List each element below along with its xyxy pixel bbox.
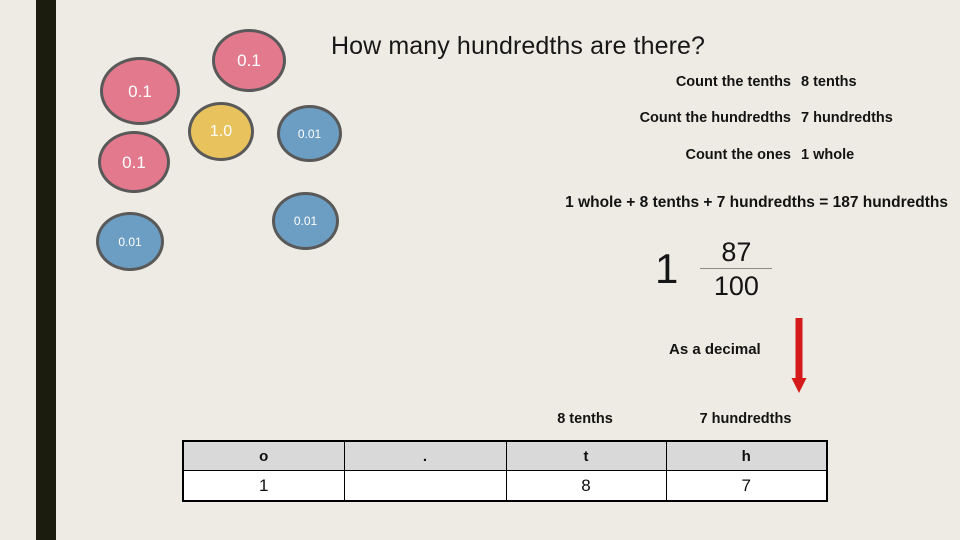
count-question: Count the tenths xyxy=(675,74,791,90)
counter-one[interactable]: 1.0 xyxy=(188,102,254,161)
counter-label: 0.01 xyxy=(297,126,322,141)
mixed-number: 1 87 100 xyxy=(655,237,773,302)
counter-label: 0.01 xyxy=(293,214,318,228)
table-header-row: o . t h xyxy=(182,440,828,471)
slide-canvas: 0.1 0.1 0.1 1.0 0.01 0.01 0.01 How many hundre… xyxy=(0,0,960,540)
count-answer: 7 hundredths xyxy=(801,110,893,126)
counter-label: 0.1 xyxy=(237,51,261,70)
count-answer: 8 tenths xyxy=(801,74,857,90)
table-header-cell: t xyxy=(505,440,667,471)
counter-tenth[interactable]: 0.1 xyxy=(98,131,170,193)
count-row: Count the ones 1 whole xyxy=(560,147,960,183)
whole-number-part: 1 xyxy=(655,245,679,293)
counter-tenth[interactable]: 0.1 xyxy=(100,57,180,125)
counter-label: 0.01 xyxy=(118,234,142,249)
red-down-arrow-icon xyxy=(788,316,812,394)
count-rows-group: Count the tenths 8 tenths Count the hund… xyxy=(560,74,960,183)
table-value-cell: 8 xyxy=(505,470,667,502)
table-header-cell: h xyxy=(665,440,828,471)
table-value-cell: 1 xyxy=(182,470,345,502)
table-row: 1 8 7 xyxy=(182,470,828,502)
fraction-numerator: 87 xyxy=(721,237,752,267)
counter-label: 0.1 xyxy=(122,152,146,172)
counter-label: 0.1 xyxy=(128,81,152,101)
place-value-table: o . t h 1 8 7 xyxy=(182,440,828,502)
count-question: Count the ones xyxy=(685,147,791,163)
left-accent-bar xyxy=(36,0,56,540)
fraction-part: 87 100 xyxy=(700,237,773,302)
table-value-cell xyxy=(343,470,507,502)
count-question: Count the hundredths xyxy=(639,110,791,126)
as-a-decimal-label: As a decimal xyxy=(669,341,761,358)
page-title: How many hundredths are there? xyxy=(331,32,706,60)
count-answer: 1 whole xyxy=(801,147,855,163)
fraction-denominator: 100 xyxy=(713,271,759,302)
count-row: Count the tenths 8 tenths xyxy=(560,74,960,110)
table-header-cell: o xyxy=(182,440,345,471)
column-note-hundredths: 7 hundredths xyxy=(699,411,792,427)
count-row: Count the hundredths 7 hundredths xyxy=(560,110,960,147)
column-note-tenths: 8 tenths xyxy=(557,411,613,427)
counter-hundredth[interactable]: 0.01 xyxy=(96,212,164,271)
counter-tenth[interactable]: 0.1 xyxy=(212,29,286,92)
table-value-cell: 7 xyxy=(665,470,828,502)
counter-label: 1.0 xyxy=(209,122,233,140)
table-header-cell: . xyxy=(343,440,507,471)
summary-equation: 1 whole + 8 tenths + 7 hundredths = 187 … xyxy=(565,194,948,211)
counter-hundredth[interactable]: 0.01 xyxy=(277,105,342,162)
